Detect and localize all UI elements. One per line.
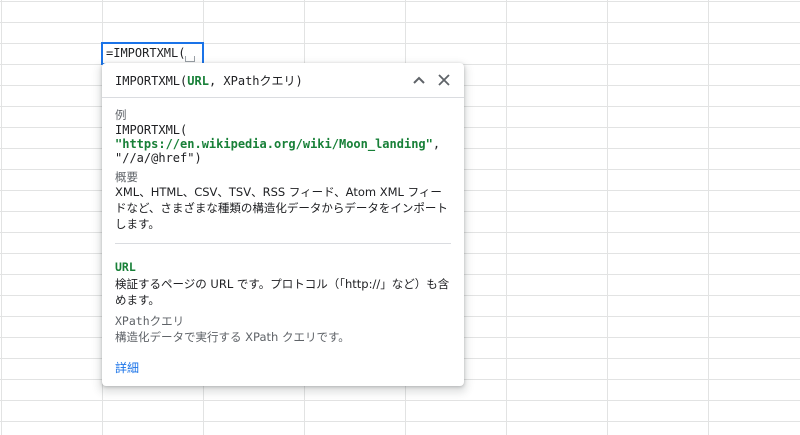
example-label: 例 (115, 108, 127, 122)
signature-arg-url: URL (187, 74, 209, 88)
signature-arg-xpath: XPathクエリ (223, 74, 296, 88)
signature-close: ) (295, 74, 303, 88)
collapse-button[interactable] (408, 69, 430, 91)
example-line-1: IMPORTXML( (115, 123, 188, 137)
arg-url-name: URL (115, 260, 136, 274)
cell-formula[interactable]: =IMPORTXML( (106, 46, 185, 60)
learn-more-link[interactable]: 詳細 (115, 359, 139, 376)
arg-url-desc: 検証するページの URL です。プロトコル（「http://」など）も含めます。 (115, 277, 450, 307)
signature-separator: , (208, 74, 224, 88)
function-signature: IMPORTXML(URL, XPathクエリ) (115, 72, 303, 89)
example-line-2: "https://en.wikipedia.org/wiki/Moon_land… (115, 137, 440, 151)
signature-function-name: IMPORTXML( (115, 74, 188, 88)
example-comma: , (432, 137, 441, 151)
summary-label: 概要 (115, 170, 138, 184)
chevron-up-icon (413, 76, 425, 84)
active-cell[interactable]: =IMPORTXML( (101, 42, 204, 65)
summary-text: XML、HTML、CSV、TSV、RSS フィード、Atom XML フィードな… (115, 185, 448, 231)
close-button[interactable] (433, 69, 455, 91)
formula-help-card: IMPORTXML(URL, XPathクエリ) 例 IMPORTXML( "h… (102, 63, 464, 386)
help-card-header: IMPORTXML(URL, XPathクエリ) (102, 63, 464, 98)
example-line-3: "//a/@href") (115, 151, 202, 165)
arg-xpath-name: XPathクエリ (115, 314, 185, 328)
section-divider (115, 243, 451, 244)
close-icon (438, 74, 450, 86)
text-cursor-icon (185, 56, 195, 62)
arg-xpath-desc: 構造化データで実行する XPath クエリです。 (115, 330, 350, 344)
example-url-string: "https://en.wikipedia.org/wiki/Moon_land… (115, 137, 433, 151)
